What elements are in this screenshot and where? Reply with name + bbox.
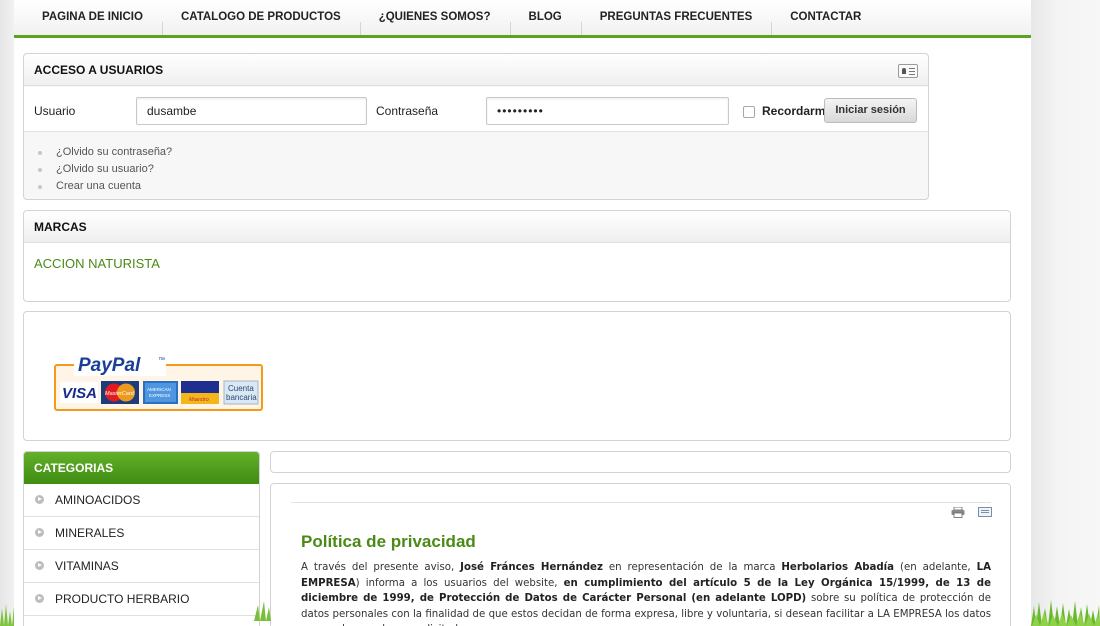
category-bullet-icon [35, 561, 44, 570]
svg-text:Cuenta: Cuenta [228, 384, 254, 393]
category-item[interactable]: VITAMINAS [24, 550, 259, 583]
remember-label[interactable]: Recordarme [762, 104, 832, 118]
article-title: Política de privacidad [301, 532, 476, 551]
svg-text:EXPRESS: EXPRESS [149, 393, 170, 398]
left-gutter [0, 0, 14, 626]
grass-decoration-mid [254, 601, 271, 621]
nav-item-inicio[interactable]: PAGINA DE INICIO [14, 0, 162, 35]
category-item[interactable]: AMINOACIDOS [24, 484, 259, 517]
paypal-brand-text: PayPal [78, 355, 141, 376]
category-bullet-icon [35, 528, 44, 537]
svg-text:Maestro: Maestro [189, 397, 209, 403]
category-bullet-icon [35, 594, 44, 603]
login-panel-title: ACCESO A USUARIOS [34, 63, 164, 77]
forgot-username-link[interactable]: ¿Olvido su usuario? [36, 161, 172, 178]
maestro-icon: Maestro [181, 381, 219, 404]
login-panel: ACCESO A USUARIOS Usuario Contraseña Rec… [23, 53, 929, 200]
category-label: PRODUCTO HERBARIO [55, 592, 190, 606]
nav-item-contactar[interactable]: CONTACTAR [771, 0, 880, 35]
nav-item-quienes-somos[interactable]: ¿QUIENES SOMOS? [359, 0, 510, 35]
brands-panel-title: MARCAS [24, 211, 1010, 243]
svg-text:™: ™ [158, 357, 165, 364]
brand-link[interactable]: ACCION NATURISTA [34, 256, 160, 271]
paypal-payment-logo[interactable]: PayPal ™ VISA MasterCard AMERICAN EXPRES… [54, 354, 263, 411]
svg-text:VISA: VISA [62, 385, 97, 402]
login-links: ¿Olvido su contraseña? ¿Olvido su usuari… [36, 144, 172, 195]
grass-decoration-right [1031, 600, 1100, 626]
svg-text:bancaria: bancaria [226, 393, 257, 402]
right-gutter [1031, 0, 1100, 626]
categories-list: AMINOACIDOS MINERALES VITAMINAS PRODUCTO… [24, 484, 259, 626]
nav-item-catalogo[interactable]: CATALOGO DE PRODUCTOS [161, 0, 360, 35]
category-item[interactable]: MINERALES [24, 517, 259, 550]
username-label: Usuario [34, 104, 76, 118]
login-panel-header: ACCESO A USUARIOS [24, 54, 928, 86]
category-bullet-icon [35, 495, 44, 504]
grass-decoration-left [0, 604, 14, 626]
forgot-password-link[interactable]: ¿Olvido su contraseña? [36, 144, 172, 161]
username-input[interactable] [136, 97, 367, 125]
article-body: A través del presente aviso, José Fránce… [301, 562, 991, 626]
print-icon[interactable] [951, 507, 965, 518]
categories-panel: CATEGORIAS AMINOACIDOS MINERALES VITAMIN… [23, 451, 260, 626]
password-label: Contraseña [376, 104, 439, 118]
nav-item-faq[interactable]: PREGUNTAS FRECUENTES [580, 0, 772, 35]
amex-icon: AMERICAN EXPRESS [143, 381, 178, 404]
category-label: MINERALES [55, 526, 125, 540]
category-label: VITAMINAS [55, 559, 119, 573]
category-item[interactable] [24, 616, 259, 626]
email-icon[interactable] [978, 507, 992, 517]
remember-checkbox[interactable] [743, 106, 755, 118]
article-divider [291, 502, 991, 503]
vcard-icon[interactable] [898, 64, 918, 78]
login-form-row: Usuario Contraseña Recordarme Iniciar se… [24, 87, 928, 132]
category-item[interactable]: PRODUCTO HERBARIO [24, 583, 259, 616]
main-navigation: PAGINA DE INICIO CATALOGO DE PRODUCTOS ¿… [14, 0, 1031, 38]
create-account-link[interactable]: Crear una cuenta [36, 178, 172, 195]
mastercard-icon: MasterCard [101, 381, 139, 404]
login-button[interactable]: Iniciar sesión [824, 98, 917, 123]
payment-methods-panel: PayPal ™ VISA MasterCard AMERICAN EXPRES… [23, 311, 1011, 441]
svg-text:AMERICAN: AMERICAN [147, 387, 171, 392]
svg-text:MasterCard: MasterCard [105, 391, 135, 397]
article-panel: Política de privacidad A través del pres… [270, 483, 1011, 626]
bank-account-icon: Cuenta bancaria [223, 380, 259, 405]
nav-item-blog[interactable]: BLOG [509, 0, 581, 35]
password-input[interactable] [486, 97, 729, 125]
categories-title: CATEGORIAS [24, 452, 259, 484]
category-label: AMINOACIDOS [55, 493, 141, 507]
brands-panel: MARCAS ACCION NATURISTA [23, 210, 1011, 302]
visa-icon: VISA [60, 382, 98, 403]
breadcrumb-bar [270, 451, 1011, 473]
